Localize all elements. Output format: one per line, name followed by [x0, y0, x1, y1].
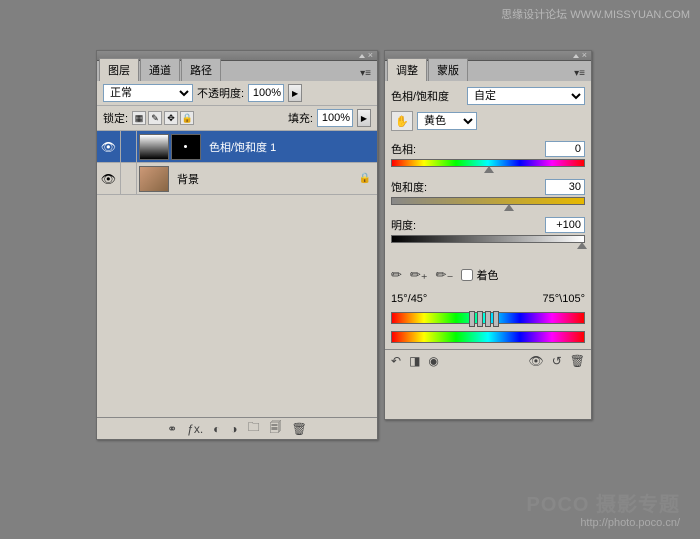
- fill-label: 填充:: [288, 110, 313, 126]
- adjust-body: 色相/饱和度 自定 ✋ 黄色 色相: 饱和度: 明度: ✏ ✏₊ ✏₋ 着色 1…: [385, 81, 591, 349]
- link-column[interactable]: [121, 131, 137, 162]
- slider-knob[interactable]: [577, 242, 587, 249]
- preset-row: 色相/饱和度 自定: [391, 87, 585, 105]
- visibility-icon[interactable]: 👁: [97, 131, 121, 162]
- tab-channels[interactable]: 通道: [140, 58, 180, 81]
- hue-track[interactable]: [391, 159, 585, 169]
- reset-icon[interactable]: ↺: [552, 354, 562, 368]
- lock-position-icon[interactable]: ✥: [164, 111, 178, 125]
- layer-item-background[interactable]: 👁 背景 🔒: [97, 163, 377, 195]
- lock-icons: ▦ ✎ ✥ 🔒: [132, 111, 194, 125]
- close-icon[interactable]: ×: [368, 51, 373, 60]
- opacity-flyout-icon[interactable]: ▶: [288, 84, 302, 102]
- degrees-left: 15°/45°: [391, 293, 427, 305]
- panel-menu-icon[interactable]: ▾≡: [358, 66, 373, 81]
- fill-flyout-icon[interactable]: ▶: [357, 109, 371, 127]
- clip-icon[interactable]: ◉: [428, 354, 438, 368]
- eyedropper-icon[interactable]: ✏: [391, 267, 402, 283]
- slider-knob[interactable]: [504, 204, 514, 211]
- lock-all-icon[interactable]: 🔒: [180, 111, 194, 125]
- visibility-icon[interactable]: 👁: [97, 163, 121, 194]
- layer-item-hue-sat[interactable]: 👁 色相/饱和度 1: [97, 131, 377, 163]
- collapse-icon[interactable]: [573, 54, 579, 58]
- delete-adjustment-icon[interactable]: 🗑: [570, 354, 585, 368]
- opacity-label: 不透明度:: [197, 85, 244, 101]
- blend-mode-select[interactable]: 正常: [103, 84, 193, 102]
- layers-tabs: 图层 通道 路径 ▾≡: [97, 61, 377, 81]
- panel-menu-icon[interactable]: ▾≡: [572, 66, 587, 81]
- new-adjustment-icon[interactable]: ◑: [230, 422, 237, 436]
- adjustment-thumb[interactable]: [139, 134, 169, 160]
- view-previous-icon[interactable]: 👁: [528, 354, 543, 368]
- link-layers-icon[interactable]: ⚭: [167, 422, 177, 436]
- add-mask-icon[interactable]: ◐: [213, 422, 220, 436]
- saturation-track[interactable]: [391, 197, 585, 207]
- new-group-icon[interactable]: 🗀: [248, 418, 260, 439]
- saturation-slider: 饱和度:: [391, 179, 585, 207]
- return-icon[interactable]: ↶: [391, 354, 401, 368]
- hue-label: 色相:: [391, 141, 416, 157]
- opacity-input[interactable]: [248, 84, 284, 102]
- lock-fill-row: 锁定: ▦ ✎ ✥ 🔒 填充: ▶: [97, 106, 377, 131]
- eyedropper-row: ✏ ✏₊ ✏₋ 着色: [391, 267, 585, 283]
- lightness-input[interactable]: [545, 217, 585, 233]
- adjustment-type-label: 色相/饱和度: [391, 88, 463, 104]
- poco-brand: POCO 摄影专题: [527, 488, 680, 517]
- layer-name[interactable]: 色相/饱和度 1: [203, 139, 276, 155]
- layer-name[interactable]: 背景: [171, 171, 199, 187]
- spectrum-bar-top[interactable]: [391, 312, 585, 324]
- collapse-icon[interactable]: [359, 54, 365, 58]
- channel-select[interactable]: 黄色: [417, 112, 477, 130]
- link-column[interactable]: [121, 163, 137, 194]
- mask-thumb[interactable]: [171, 134, 201, 160]
- eyedropper-subtract-icon[interactable]: ✏₋: [436, 267, 454, 283]
- hue-input[interactable]: [545, 141, 585, 157]
- spectrum-bar-bottom[interactable]: [391, 331, 585, 343]
- adjustments-panel: × 调整 蒙版 ▾≡ 色相/饱和度 自定 ✋ 黄色 色相: 饱和度: 明度: ✏…: [384, 50, 592, 420]
- preset-select[interactable]: 自定: [467, 87, 585, 105]
- slider-knob[interactable]: [484, 166, 494, 173]
- lightness-label: 明度:: [391, 217, 416, 233]
- new-layer-icon[interactable]: 🗐: [270, 418, 282, 439]
- colorize-checkbox[interactable]: 着色: [461, 267, 498, 283]
- layer-thumbs: [137, 164, 171, 194]
- adjust-tabs: 调整 蒙版 ▾≡: [385, 61, 591, 81]
- layer-style-icon[interactable]: ƒx.: [187, 422, 203, 436]
- lightness-track[interactable]: [391, 235, 585, 245]
- fill-input[interactable]: [317, 109, 353, 127]
- delete-layer-icon[interactable]: 🗑: [292, 422, 307, 436]
- lightness-slider: 明度:: [391, 217, 585, 245]
- eyedropper-add-icon[interactable]: ✏₊: [410, 267, 428, 283]
- tab-adjustments[interactable]: 调整: [387, 58, 427, 81]
- layers-panel: × 图层 通道 路径 ▾≡ 正常 不透明度: ▶ 锁定: ▦ ✎ ✥ 🔒 填充:…: [96, 50, 378, 440]
- close-icon[interactable]: ×: [582, 51, 587, 60]
- expand-icon[interactable]: ◨: [409, 354, 420, 368]
- panel-titlebar[interactable]: ×: [97, 51, 377, 61]
- tab-layers[interactable]: 图层: [99, 58, 139, 81]
- blend-opacity-row: 正常 不透明度: ▶: [97, 81, 377, 106]
- layer-lock-icon: 🔒: [359, 173, 371, 184]
- adjust-bottombar: ↶ ◨ ◉ 👁 ↺ 🗑: [385, 349, 591, 371]
- saturation-label: 饱和度:: [391, 179, 427, 195]
- poco-url: http://photo.poco.cn/: [527, 517, 680, 529]
- lock-transparency-icon[interactable]: ▦: [132, 111, 146, 125]
- watermark-poco: POCO 摄影专题 http://photo.poco.cn/: [527, 488, 680, 529]
- layer-list: 👁 色相/饱和度 1 👁 背景 🔒: [97, 131, 377, 417]
- lock-pixels-icon[interactable]: ✎: [148, 111, 162, 125]
- saturation-input[interactable]: [545, 179, 585, 195]
- layer-thumbs: [137, 132, 203, 162]
- channel-row: ✋ 黄色: [391, 111, 585, 131]
- watermark-top: 思缘设计论坛 WWW.MISSYUAN.COM: [501, 6, 690, 22]
- scrub-hand-icon[interactable]: ✋: [391, 111, 413, 131]
- layers-bottombar: ⚭ ƒx. ◐ ◑ 🗀 🗐 🗑: [97, 417, 377, 439]
- degrees-row: 15°/45° 75°\105°: [391, 293, 585, 305]
- lock-label: 锁定:: [103, 110, 128, 126]
- tab-paths[interactable]: 路径: [181, 58, 221, 81]
- degrees-right: 75°\105°: [543, 293, 585, 305]
- image-thumb[interactable]: [139, 166, 169, 192]
- hue-slider: 色相:: [391, 141, 585, 169]
- tab-masks[interactable]: 蒙版: [428, 58, 468, 81]
